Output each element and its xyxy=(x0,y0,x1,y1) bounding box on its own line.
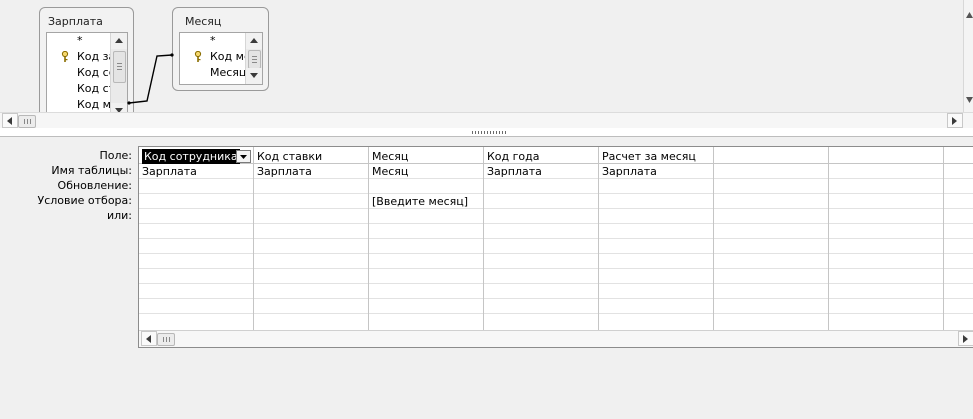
row-label-table: Имя таблицы: xyxy=(51,164,132,177)
arrow-up-icon xyxy=(115,38,123,43)
row-label-criteria: Условие отбора: xyxy=(37,194,133,207)
field-dropdown-button[interactable] xyxy=(236,150,251,163)
row-label-field: Поле: xyxy=(99,149,132,162)
scroll-up-button[interactable] xyxy=(246,33,262,49)
scroll-right-button[interactable] xyxy=(958,331,973,346)
pane-vertical-scrollbar[interactable] xyxy=(963,0,973,112)
field-cell-2[interactable]: Код ставки xyxy=(257,149,322,164)
scroll-up-button[interactable] xyxy=(111,33,127,49)
pane-horizontal-scrollbar[interactable] xyxy=(0,112,973,129)
field-cell-3[interactable]: Месяц xyxy=(372,149,408,164)
field-cell-1[interactable]: Код сотрудника xyxy=(142,149,240,164)
splitter-grip[interactable] xyxy=(472,131,508,134)
scroll-down-button[interactable] xyxy=(246,68,262,84)
table-cell-2[interactable]: Зарплата xyxy=(257,164,312,179)
table-zarplata-field-list[interactable]: * Код за Код сс Код ст Код ме xyxy=(46,32,128,112)
field-all[interactable]: * xyxy=(210,33,216,49)
table-pane: Зарплата * Код за Код сс Код ст Код ме М… xyxy=(0,0,973,112)
table-zarplata-title[interactable]: Зарплата xyxy=(48,15,103,28)
relationship-line[interactable] xyxy=(126,50,186,110)
table-cell-4[interactable]: Зарплата xyxy=(487,164,542,179)
scroll-thumb[interactable] xyxy=(248,50,261,69)
scroll-left-button[interactable] xyxy=(2,113,18,128)
table-cell-5[interactable]: Зарплата xyxy=(602,164,657,179)
field-cell-4[interactable]: Код года xyxy=(487,149,540,164)
arrow-up-icon xyxy=(250,38,258,43)
criteria-cell-3[interactable]: [Введите месяц] xyxy=(372,194,468,209)
row-label-update: Обновление: xyxy=(57,179,132,192)
vertical-scrollbar[interactable] xyxy=(245,33,262,84)
scroll-right-button[interactable] xyxy=(947,113,963,128)
table-cell-1[interactable]: Зарплата xyxy=(142,164,197,179)
grid-horizontal-scrollbar[interactable] xyxy=(139,330,973,347)
table-zarplata[interactable]: Зарплата * Код за Код сс Код ст Код ме xyxy=(39,7,134,112)
table-mesyac-title[interactable]: Месяц xyxy=(185,15,221,28)
scroll-thumb[interactable] xyxy=(157,333,175,346)
chevron-down-icon xyxy=(240,155,247,159)
arrow-down-icon xyxy=(250,73,258,78)
key-icon xyxy=(61,51,69,62)
arrow-up-icon[interactable] xyxy=(966,12,973,18)
arrow-left-icon xyxy=(7,117,12,125)
scroll-down-button[interactable] xyxy=(111,103,127,112)
field-all[interactable]: * xyxy=(77,33,83,49)
table-cell-3[interactable]: Месяц xyxy=(372,164,408,179)
key-icon xyxy=(194,51,202,62)
field-mesyac[interactable]: Месяц xyxy=(210,65,246,81)
field-cell-5[interactable]: Расчет за месяц xyxy=(602,149,696,164)
scroll-left-button[interactable] xyxy=(141,331,157,346)
arrow-left-icon xyxy=(146,335,151,343)
table-mesyac[interactable]: Месяц * Код ме Месяц xyxy=(172,7,269,91)
arrow-down-icon[interactable] xyxy=(966,97,973,103)
table-mesyac-field-list[interactable]: * Код ме Месяц xyxy=(179,32,263,85)
query-design-grid[interactable]: Код сотрудника Зарплата Код ставки Зарпл… xyxy=(138,146,973,348)
arrow-right-icon xyxy=(963,335,968,343)
scroll-thumb[interactable] xyxy=(113,51,126,83)
row-label-or: или: xyxy=(106,209,132,222)
arrow-right-icon xyxy=(952,117,957,125)
vertical-scrollbar[interactable] xyxy=(110,33,127,112)
scroll-thumb[interactable] xyxy=(18,115,36,128)
